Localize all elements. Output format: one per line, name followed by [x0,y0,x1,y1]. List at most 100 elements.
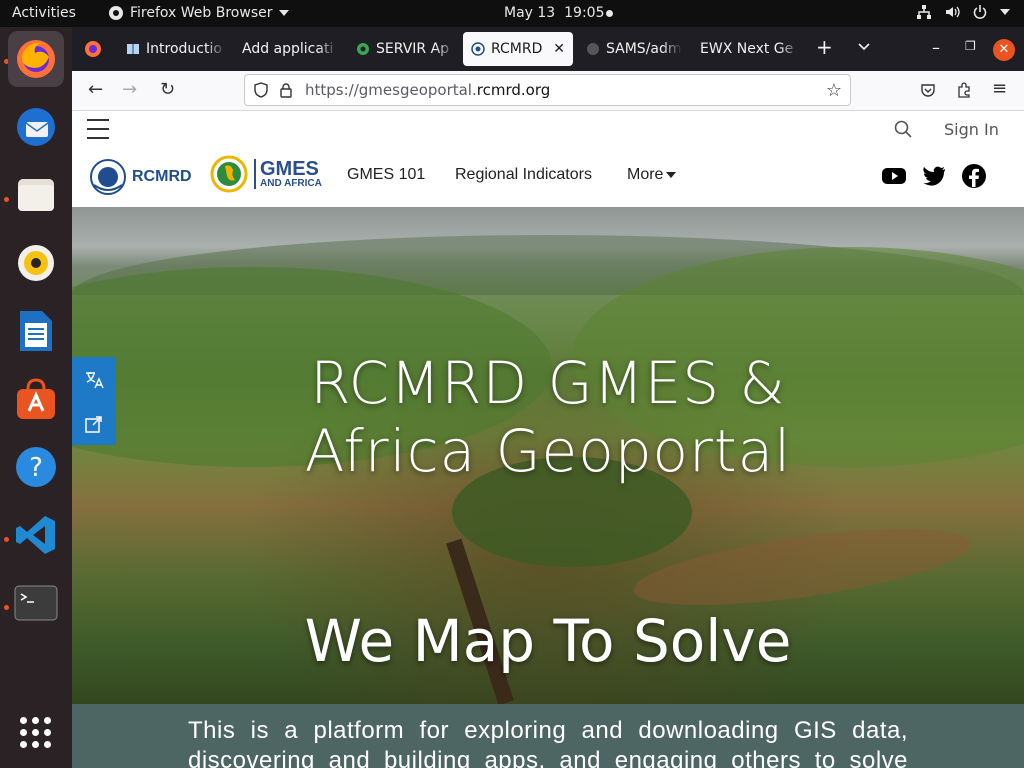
files-icon [18,179,54,211]
site-navigation: RCMRD GMES AND AFRICA GMES 101 Regional … [72,149,1024,207]
time-label: 19:05 [564,5,605,21]
youtube-icon[interactable] [881,163,907,189]
web-page: Sign In RCMRD GMES AND AFRICA GMES 101 R… [72,111,1024,768]
dock-help[interactable]: ? [8,439,64,495]
terminal-icon [14,585,58,621]
book-icon [127,44,139,54]
dock-firefox[interactable] [8,31,64,87]
navigation-toolbar: ← → ↻ https://gmesgeoportal.rcmrd.org ☆ … [72,71,1024,111]
vscode-icon [16,516,55,554]
gmes-logo-big: GMES [260,158,319,180]
date-label: May 13 [504,5,556,21]
dock-terminal[interactable] [8,575,64,631]
menu-gmes-101[interactable]: GMES 101 [347,166,425,184]
gmes-logo-small: AND AFRICA [260,178,322,189]
hero-subtitle: We Map To Solve [304,607,792,675]
svg-text:?: ? [29,453,43,483]
tab-close-icon[interactable]: ✕ [553,41,565,57]
rcmrd-logo[interactable]: RCMRD [88,157,192,197]
url-bar[interactable]: https://gmesgeoportal.rcmrd.org ☆ [244,74,851,106]
tab-bar: Introductio Add applicati SERVIR Ap RCMR… [72,27,1024,71]
volume-icon [946,6,960,18]
rcmrd-logo-text: RCMRD [132,168,192,185]
clock[interactable]: May 13 19:05 [504,5,604,21]
side-toolbar [72,357,116,445]
tab-title: RCMRD [491,41,543,57]
forward-icon[interactable]: → [122,81,137,99]
rcmrd-emblem-icon [90,159,126,195]
pocket-icon[interactable] [920,82,936,98]
twitter-icon[interactable] [921,163,947,189]
back-icon[interactable]: ← [88,81,103,99]
power-icon [973,5,987,19]
hero-title: RCMRD GMES & Africa Geoportal [72,349,1024,485]
show-apps-button[interactable] [20,717,52,749]
hamburger-menu-icon[interactable] [87,119,109,139]
software-store-icon [17,378,55,419]
tab-add-application[interactable]: Add applicati [234,32,338,66]
menu-more[interactable]: More [627,166,677,184]
firefox-view-icon[interactable] [84,40,102,58]
list-tabs-icon[interactable] [858,43,870,51]
system-top-bar: Activities Firefox Web Browser May 13 19… [0,0,1024,27]
facebook-icon[interactable] [961,163,987,189]
url-domain: rcmrd.org [476,81,551,99]
page-top-bar: Sign In [72,111,1024,149]
dock-writer[interactable] [8,303,64,359]
caret-down-icon [666,171,677,178]
shield-icon[interactable] [253,82,269,98]
reload-icon[interactable]: ↻ [160,81,175,99]
search-icon[interactable] [894,120,912,138]
network-icon [917,5,931,19]
chevron-down-icon [278,10,289,16]
thunderbird-icon [17,108,55,146]
url-text: https://gmesgeoportal.rcmrd.org [305,81,550,99]
help-icon: ? [16,447,56,487]
new-tab-icon[interactable]: + [816,35,833,59]
app-menu-icon[interactable]: ≡ [992,80,1007,98]
extensions-icon[interactable] [956,82,972,98]
translate-icon[interactable] [83,369,105,391]
dock-vscode[interactable] [8,507,64,563]
intro-text: This is a platform for exploring and dow… [188,717,908,768]
system-tray[interactable] [916,4,1010,20]
lock-icon[interactable] [279,82,293,98]
rcmrd-icon [471,42,485,56]
url-prefix: https://gmesgeoportal. [305,81,477,99]
minimize-icon[interactable]: – [932,38,940,57]
menu-more-label: More [627,166,664,183]
tab-rcmrd[interactable]: RCMRD ✕ [463,32,573,66]
menu-regional-indicators[interactable]: Regional Indicators [455,166,592,184]
rhythmbox-icon [18,245,54,281]
dock: ? [0,27,72,768]
sign-in-link[interactable]: Sign In [944,120,999,139]
share-icon[interactable] [84,414,104,434]
notification-dot [606,10,613,17]
github-icon [587,43,599,55]
firefox-window: Introductio Add applicati SERVIR Ap RCMR… [72,27,1024,768]
dock-rhythmbox[interactable] [8,235,64,291]
servir-icon [357,43,369,55]
gmes-africa-logo[interactable]: GMES AND AFRICA [210,155,322,193]
gmes-logo-text: GMES AND AFRICA [254,159,322,189]
tab-servir[interactable]: SERVIR Ap [348,32,456,66]
tab-introduction[interactable]: Introductio [118,32,226,66]
firefox-small-icon [109,6,123,20]
close-window-icon[interactable]: ✕ [993,39,1015,61]
document-editor-icon [20,311,52,351]
app-name: Firefox Web Browser [130,5,273,21]
dock-software[interactable] [8,371,64,427]
activities-button[interactable]: Activities [12,5,76,21]
dock-files[interactable] [8,167,64,223]
bookmark-star-icon[interactable]: ☆ [826,80,842,101]
maximize-icon[interactable]: ❐ [965,39,976,53]
app-menu[interactable]: Firefox Web Browser [108,5,289,21]
firefox-icon [17,40,55,78]
tab-sams[interactable]: SAMS/adm [578,32,682,66]
gmes-emblem-icon [210,155,248,193]
hero-title-line2: Africa Geoportal [304,417,792,485]
tab-ewx[interactable]: EWX Next Ge [692,32,800,66]
intro-section: This is a platform for exploring and dow… [72,704,1024,768]
dock-thunderbird[interactable] [8,99,64,155]
hero-title-line1: RCMRD GMES & [310,349,786,417]
